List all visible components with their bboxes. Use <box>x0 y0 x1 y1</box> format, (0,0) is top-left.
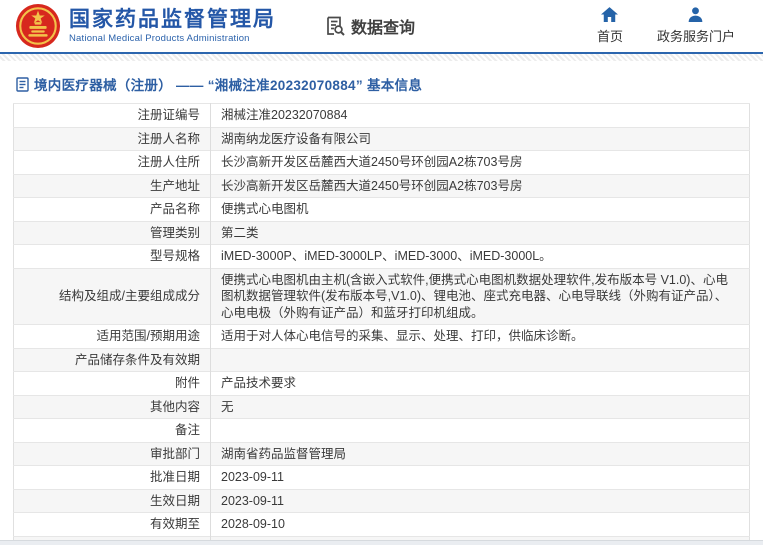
row-value: 2028-09-10 <box>210 512 750 536</box>
home-icon <box>601 7 619 22</box>
row-value <box>210 418 750 442</box>
nav-item-portal[interactable]: 政务服务门户 <box>657 7 735 45</box>
row-value: 2023-09-11 <box>210 488 750 513</box>
document-search-icon <box>324 15 346 37</box>
document-icon <box>16 76 29 92</box>
table-row: 产品储存条件及有效期 <box>13 347 750 372</box>
row-label: 生效日期 <box>13 488 211 513</box>
nav-item-home[interactable]: 首页 <box>597 7 623 45</box>
nav-home-label: 首页 <box>596 29 623 44</box>
row-label: 附件 <box>13 371 211 395</box>
table-row: 适用范围/预期用途 适用于对人体心电信号的采集、显示、处理、打印，供临床诊断。 <box>13 324 750 348</box>
table-row: 批准日期 2023-09-11 <box>13 465 750 489</box>
agency-name-en: National Medical Products Administration <box>69 32 250 44</box>
row-label: 产品名称 <box>13 197 211 221</box>
row-label: 注册人住所 <box>13 150 211 174</box>
row-label: 注册证编号 <box>13 103 211 127</box>
row-label: 管理类别 <box>13 220 211 245</box>
row-value: 第二类 <box>210 220 750 245</box>
row-value: 2023-09-11 <box>210 465 750 489</box>
table-row: 注册证编号 湘械注准20232070884 <box>13 103 750 127</box>
row-label: 生产地址 <box>13 173 211 198</box>
row-label: 型号规格 <box>13 244 211 268</box>
row-value: 产品技术要求 <box>210 371 750 395</box>
row-value <box>210 347 750 372</box>
row-value: 湘械注准20232070884 <box>210 103 750 127</box>
page-title: 境内医疗器械（注册） —— “湘械注准20232070884” 基本信息 <box>34 78 423 93</box>
row-value: iMED-3000P、iMED-3000LP、iMED-3000、iMED-30… <box>210 244 750 268</box>
header: 国家药品监督管理局 National Medical Products Admi… <box>0 0 763 54</box>
row-label: 审批部门 <box>13 441 211 466</box>
row-value: 无 <box>210 394 750 419</box>
registration-info-table: 注册证编号 湘械注准20232070884 注册人名称 湖南纳龙医疗设备有限公司 注册人… <box>13 103 750 545</box>
title-bar: 境内医疗器械（注册） —— “湘械注准20232070884” 基本信息 <box>0 61 763 103</box>
table-row: 有效期至 2028-09-10 <box>13 512 750 536</box>
row-label: 产品储存条件及有效期 <box>13 347 211 372</box>
row-value: 长沙高新开发区岳麓西大道2450号环创园A2栋703号房 <box>210 150 750 174</box>
row-value: 湖南纳龙医疗设备有限公司 <box>210 126 750 151</box>
data-query-label: 数据查询 <box>351 20 416 37</box>
row-label: 注册人名称 <box>13 126 211 151</box>
row-value: 适用于对人体心电信号的采集、显示、处理、打印，供临床诊断。 <box>210 324 750 348</box>
table-row: 其他内容无 <box>13 394 750 419</box>
row-label: 适用范围/预期用途 <box>13 324 211 348</box>
row-value: 便携式心电图机由主机(含嵌入式软件,便携式心电图机数据处理软件,发布版本号 V1… <box>210 267 750 325</box>
data-query-button[interactable]: 数据查询 <box>324 14 415 38</box>
national-emblem-icon <box>15 3 61 49</box>
table-row: 管理类别 第二类 <box>13 220 750 245</box>
row-value: 便携式心电图机 <box>210 197 750 221</box>
table-row: 注册人名称 湖南纳龙医疗设备有限公司 <box>13 126 750 151</box>
row-label: 其他内容 <box>13 394 211 419</box>
table-row: 生产地址 长沙高新开发区岳麓西大道2450号环创园A2栋703号房 <box>13 173 750 198</box>
user-icon <box>688 7 703 22</box>
header-divider <box>0 54 763 61</box>
header-nav: 首页 政务服务门户 <box>597 7 735 45</box>
row-label: 有效期至 <box>13 512 211 536</box>
table-row: 产品名称 便携式心电图机 <box>13 197 750 221</box>
agency-logo: 国家药品监督管理局 National Medical Products Admi… <box>15 3 276 49</box>
table-row: 注册人住所 长沙高新开发区岳麓西大道2450号环创园A2栋703号房 <box>13 150 750 174</box>
table-row: 结构及组成/主要组成成分 便携式心电图机由主机(含嵌入式软件,便携式心电图机数据处… <box>13 267 750 325</box>
table-row: 审批部门 湖南省药品监督管理局 <box>13 441 750 466</box>
table-row: 生效日期 2023-09-11 <box>13 488 750 513</box>
agency-name-cn: 国家药品监督管理局 <box>69 7 276 31</box>
nav-portal-label: 政务服务门户 <box>656 29 735 44</box>
row-value: 湖南省药品监督管理局 <box>210 441 750 466</box>
table-row: 备注 <box>13 418 750 442</box>
row-value: 长沙高新开发区岳麓西大道2450号环创园A2栋703号房 <box>210 173 750 198</box>
row-label: 备注 <box>13 418 211 442</box>
table-row: 附件 产品技术要求 <box>13 371 750 395</box>
row-label: 批准日期 <box>13 465 211 489</box>
row-label: 结构及组成/主要组成成分 <box>13 267 211 325</box>
footer-strip <box>0 540 763 545</box>
table-row: 型号规格 iMED-3000P、iMED-3000LP、iMED-3000、iME… <box>13 244 750 268</box>
